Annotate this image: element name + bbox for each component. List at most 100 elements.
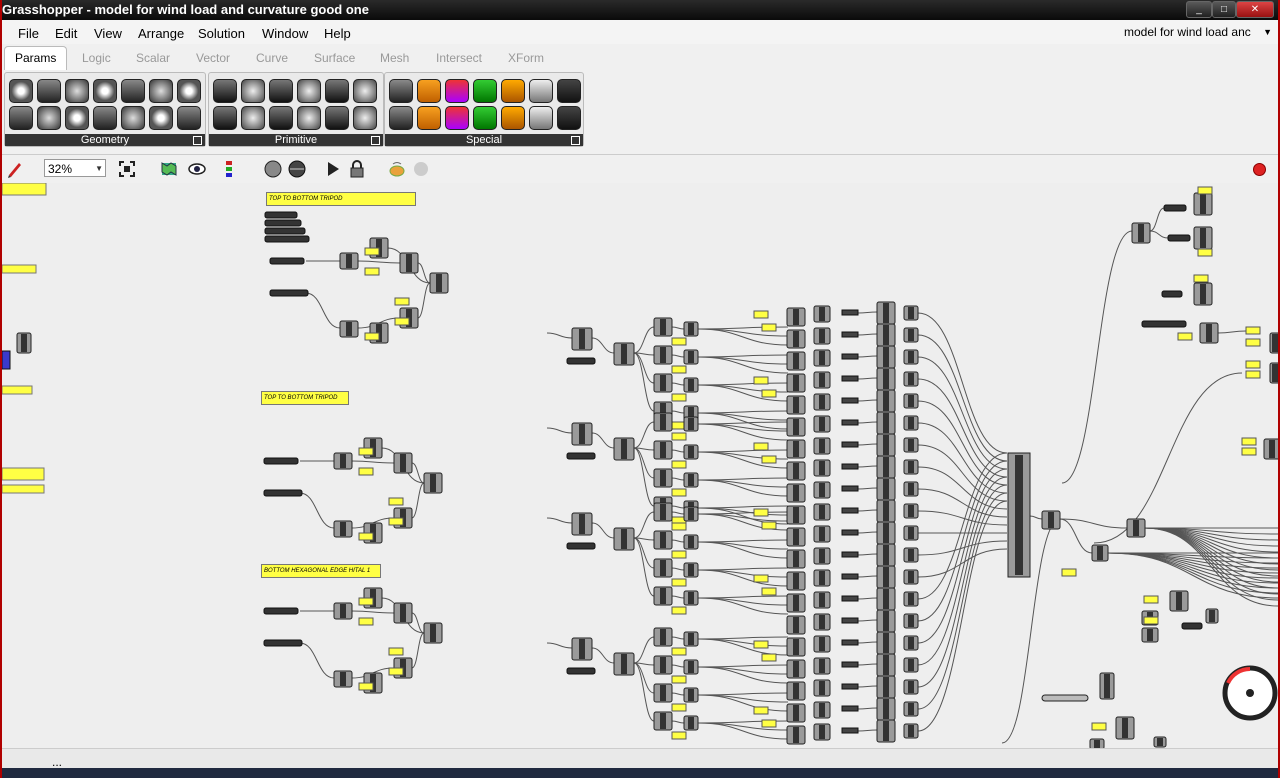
component-node[interactable] bbox=[786, 439, 806, 459]
yellow-panel[interactable] bbox=[1143, 616, 1159, 625]
component-node[interactable] bbox=[876, 565, 896, 589]
component-node[interactable] bbox=[1099, 672, 1115, 700]
component-node[interactable] bbox=[876, 389, 896, 413]
yellow-panel[interactable] bbox=[753, 640, 769, 649]
component-node[interactable] bbox=[813, 305, 831, 323]
component-node[interactable] bbox=[786, 615, 806, 635]
component-node[interactable] bbox=[786, 329, 806, 349]
number-slider[interactable] bbox=[264, 211, 298, 219]
menu-edit[interactable]: Edit bbox=[55, 26, 77, 41]
component-node[interactable] bbox=[333, 452, 353, 470]
component-node[interactable] bbox=[813, 679, 831, 697]
prim-component-icon[interactable] bbox=[297, 106, 321, 130]
expand-icon[interactable] bbox=[571, 136, 580, 145]
relay-node[interactable] bbox=[841, 661, 859, 668]
geo-component-icon[interactable] bbox=[9, 79, 33, 103]
component-node[interactable] bbox=[1269, 332, 1278, 354]
geo-component-icon[interactable] bbox=[93, 79, 117, 103]
document-selector[interactable]: model for wind load anc ▼ bbox=[1120, 23, 1274, 41]
spec-component-icon[interactable] bbox=[445, 79, 469, 103]
yellow-panel[interactable] bbox=[358, 532, 374, 541]
zoom-field[interactable]: 32% ▼ bbox=[44, 159, 106, 177]
component-node[interactable] bbox=[653, 317, 673, 337]
component-node[interactable] bbox=[333, 520, 353, 538]
component-node[interactable] bbox=[653, 373, 673, 393]
yellow-panel[interactable] bbox=[1091, 722, 1107, 731]
prim-component-icon[interactable] bbox=[241, 106, 265, 130]
component-node[interactable] bbox=[876, 675, 896, 699]
component-node[interactable] bbox=[683, 590, 699, 606]
selected-component[interactable] bbox=[2, 350, 11, 370]
component-node[interactable] bbox=[903, 723, 919, 739]
component-node[interactable] bbox=[903, 613, 919, 629]
yellow-panel[interactable] bbox=[358, 447, 374, 456]
component-node[interactable] bbox=[653, 655, 673, 675]
tab-intersect[interactable]: Intersect bbox=[436, 51, 482, 65]
spec-component-icon[interactable] bbox=[445, 106, 469, 130]
component-node[interactable] bbox=[683, 472, 699, 488]
component-node[interactable] bbox=[683, 562, 699, 578]
component-node[interactable] bbox=[1131, 222, 1151, 244]
tab-vector[interactable]: Vector bbox=[196, 51, 230, 65]
yellow-panel[interactable] bbox=[671, 550, 687, 559]
prim-component-icon[interactable] bbox=[325, 106, 349, 130]
component-node[interactable] bbox=[683, 687, 699, 703]
component-node[interactable] bbox=[1269, 362, 1278, 384]
yellow-panel[interactable] bbox=[388, 647, 404, 656]
relay-node[interactable] bbox=[841, 529, 859, 536]
relay-node[interactable] bbox=[841, 573, 859, 580]
relay-node[interactable] bbox=[841, 309, 859, 316]
component-node[interactable] bbox=[786, 659, 806, 679]
spec-component-icon[interactable] bbox=[501, 106, 525, 130]
number-slider[interactable] bbox=[264, 219, 302, 227]
component-node[interactable] bbox=[429, 272, 449, 294]
component-node[interactable] bbox=[876, 719, 896, 743]
component-node[interactable] bbox=[1091, 544, 1109, 562]
component-node[interactable] bbox=[653, 683, 673, 703]
component-node[interactable] bbox=[683, 659, 699, 675]
relay-node[interactable] bbox=[841, 353, 859, 360]
spec-component-icon[interactable] bbox=[501, 79, 525, 103]
number-slider[interactable] bbox=[566, 542, 596, 550]
plugin-icon[interactable] bbox=[412, 160, 430, 178]
tab-curve[interactable]: Curve bbox=[256, 51, 288, 65]
menu-window[interactable]: Window bbox=[262, 26, 308, 41]
component-node[interactable] bbox=[683, 349, 699, 365]
component-node[interactable] bbox=[339, 252, 359, 270]
relay-node[interactable] bbox=[841, 397, 859, 404]
component-node[interactable] bbox=[653, 586, 673, 606]
spec-component-icon[interactable] bbox=[473, 106, 497, 130]
component-node[interactable] bbox=[571, 637, 593, 661]
component-node[interactable] bbox=[786, 461, 806, 481]
component-node[interactable] bbox=[903, 657, 919, 673]
yellow-panel[interactable] bbox=[1177, 332, 1193, 341]
component-node[interactable] bbox=[813, 569, 831, 587]
yellow-panel[interactable] bbox=[358, 617, 374, 626]
component-node[interactable] bbox=[903, 371, 919, 387]
group-label-bottom-hexagonal-edge[interactable]: BOTTOM HEXAGONAL EDGE HITAL 1 bbox=[261, 564, 381, 578]
yellow-panel[interactable] bbox=[1245, 326, 1261, 335]
yellow-panel[interactable] bbox=[1245, 338, 1261, 347]
yellow-panel[interactable] bbox=[753, 706, 769, 715]
component-node[interactable] bbox=[1205, 608, 1219, 624]
component-node[interactable] bbox=[1193, 282, 1213, 306]
number-slider[interactable] bbox=[1181, 622, 1203, 630]
yellow-panel[interactable] bbox=[761, 455, 777, 464]
prim-component-icon[interactable] bbox=[269, 79, 293, 103]
component-node[interactable] bbox=[399, 252, 419, 274]
number-slider[interactable] bbox=[263, 489, 303, 497]
component-node[interactable] bbox=[653, 627, 673, 647]
relay-node[interactable] bbox=[841, 441, 859, 448]
component-node[interactable] bbox=[683, 416, 699, 432]
component-node[interactable] bbox=[613, 527, 635, 551]
tab-xform[interactable]: XForm bbox=[508, 51, 544, 65]
component-node[interactable] bbox=[903, 305, 919, 321]
number-slider[interactable] bbox=[269, 257, 305, 265]
component-node[interactable] bbox=[683, 631, 699, 647]
component-node[interactable] bbox=[813, 349, 831, 367]
component-node[interactable] bbox=[813, 503, 831, 521]
geo-component-icon[interactable] bbox=[177, 106, 201, 130]
component-node[interactable] bbox=[786, 417, 806, 437]
zoom-extents-icon[interactable] bbox=[118, 160, 136, 178]
component-node[interactable] bbox=[786, 593, 806, 613]
